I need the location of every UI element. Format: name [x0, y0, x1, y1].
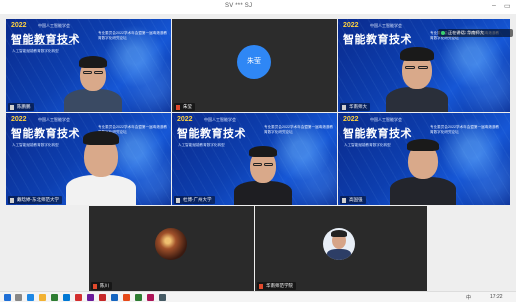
participant-name-tag: 华南师大: [340, 103, 370, 111]
avatar: [155, 228, 187, 260]
banner-tagline: 人工智能赋能教育数字化转型: [344, 143, 391, 147]
participant-tile-7[interactable]: 陈川: [89, 206, 254, 291]
participant-name: 陈川: [100, 283, 109, 288]
folder-icon[interactable]: [39, 294, 46, 301]
banner-title: 智能教育技术: [343, 128, 412, 140]
minimize-button[interactable]: –: [492, 2, 496, 9]
participant-name-tag: 戴晗婷-东北师范大学: [8, 196, 62, 204]
window-titlebar: SV *** SJ – ▭: [0, 0, 516, 14]
banner-year: 2022: [11, 22, 27, 29]
banner-year: 2022: [343, 22, 359, 29]
mic-icon: [342, 104, 346, 110]
mic-icon: [342, 197, 346, 203]
participant-tile-4[interactable]: 2022 中国人工智能学会 智能教育技术 专业委员会2022学术年会暨第一届粤港…: [6, 113, 171, 205]
banner-year: 2022: [177, 116, 193, 123]
avatar: [323, 228, 355, 260]
participant-name-tag: 陈鹏鹏: [8, 103, 34, 111]
banner-title: 智能教育技术: [11, 128, 80, 140]
system-clock[interactable]: 17:22: [490, 294, 503, 300]
participant-name: 朱莹: [183, 104, 192, 109]
participant-name-tag: 朱莹: [174, 103, 195, 111]
mic-icon: [10, 197, 14, 203]
participant-name-tag: 高国强: [340, 196, 366, 204]
restore-button[interactable]: ▭: [504, 2, 511, 10]
window-title: SV *** SJ: [225, 3, 253, 9]
app-icon[interactable]: [51, 294, 58, 301]
banner-subtitle: 专业委员会2022学术年会暨第一届粤港澳教育数字化研究论坛: [98, 31, 168, 40]
participant-name: 高国强: [349, 197, 363, 202]
participant-name: 杜博-广州大学: [183, 197, 212, 202]
participant-name: 华南师范学院: [266, 283, 293, 288]
banner-title: 智能教育技术: [177, 128, 246, 140]
banner-org: 中国人工智能学会: [38, 23, 70, 28]
mic-icon: [176, 197, 180, 203]
participant-name-tag: 华南师范学院: [257, 282, 296, 290]
app-icon[interactable]: [63, 294, 70, 301]
start-icon[interactable]: [4, 294, 11, 301]
mic-muted-icon: [259, 283, 263, 289]
participant-tile-1[interactable]: 2022 中国人工智能学会 智能教育技术 专业委员会2022学术年会暨第一届粤港…: [6, 19, 171, 112]
participant-tile-8[interactable]: 华南师范学院: [255, 206, 427, 291]
app-icon[interactable]: [111, 294, 118, 301]
banner-year: 2022: [343, 116, 359, 123]
participant-tile-5[interactable]: 2022 中国人工智能学会 智能教育技术 专业委员会2022学术年会暨第一届粤港…: [172, 113, 337, 205]
video-gallery: 2022 中国人工智能学会 智能教育技术 专业委员会2022学术年会暨第一届粤港…: [0, 14, 516, 291]
avatar: 朱莹: [237, 45, 271, 79]
mic-icon: [10, 104, 14, 110]
participant-tile-2[interactable]: 朱莹 朱莹: [172, 19, 337, 112]
app-icon[interactable]: [123, 294, 130, 301]
app-icon[interactable]: [147, 294, 154, 301]
mic-muted-icon: [93, 283, 97, 289]
banner-tagline: 人工智能赋能教育数字化转型: [178, 143, 225, 147]
participant-name: 戴晗婷-东北师范大学: [17, 197, 59, 202]
app-icon[interactable]: [99, 294, 106, 301]
banner-tagline: 人工智能赋能教育数字化转型: [12, 49, 59, 53]
app-icon[interactable]: [159, 294, 166, 301]
participant-name: 陈鹏鹏: [17, 104, 31, 109]
speaking-dot-icon: [441, 31, 445, 35]
participant-name: 华南师大: [349, 104, 367, 109]
banner-year: 2022: [11, 116, 27, 123]
participant-name-tag: 陈川: [91, 282, 112, 290]
search-icon[interactable]: [15, 294, 22, 301]
banner-tagline: 人工智能赋能教育数字化转型: [12, 143, 59, 147]
browser-icon[interactable]: [27, 294, 34, 301]
speaking-indicator: 正在讲话: 华南师大: [438, 29, 513, 37]
banner-title: 智能教育技术: [343, 34, 412, 46]
banner-org: 中国人工智能学会: [370, 23, 402, 28]
mic-muted-icon: [176, 104, 180, 110]
participant-tile-6[interactable]: 2022 中国人工智能学会 智能教育技术 专业委员会2022学术年会暨第一届粤港…: [338, 113, 510, 205]
banner-org: 中国人工智能学会: [38, 117, 70, 122]
banner-subtitle: 专业委员会2022学术年会暨第一届粤港澳教育数字化研究论坛: [430, 125, 500, 134]
app-icon[interactable]: [75, 294, 82, 301]
banner-org: 中国人工智能学会: [204, 117, 236, 122]
taskbar: 中 17:22: [0, 291, 516, 302]
app-icon[interactable]: [135, 294, 142, 301]
app-icon[interactable]: [87, 294, 94, 301]
speaking-label: 正在讲话: 华南师大: [448, 30, 484, 35]
input-language[interactable]: 中: [466, 294, 471, 301]
participant-name-tag: 杜博-广州大学: [174, 196, 215, 204]
banner-org: 中国人工智能学会: [370, 117, 402, 122]
banner-subtitle: 专业委员会2022学术年会暨第一届粤港澳教育数字化研究论坛: [264, 125, 334, 134]
banner-divider: [12, 44, 72, 45]
